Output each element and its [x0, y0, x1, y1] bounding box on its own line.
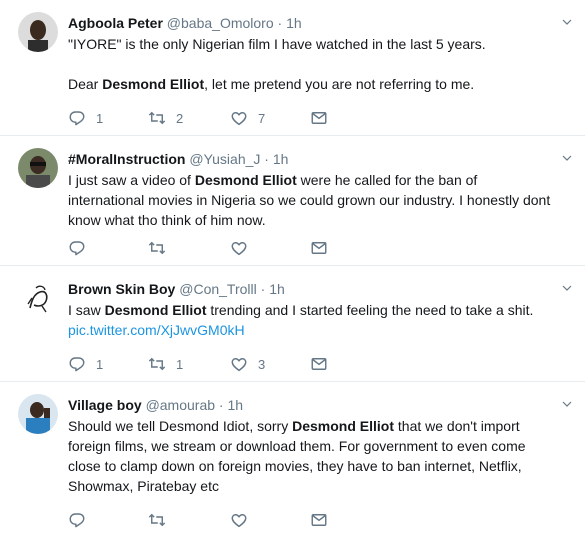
retweet-icon	[148, 355, 166, 373]
tweet-text: I just saw a video of Desmond Elliot wer…	[68, 170, 555, 230]
direct-message-button[interactable]	[310, 510, 328, 530]
retweet-count: 1	[176, 356, 184, 372]
highlighted-term: Desmond Elliot	[194, 172, 297, 188]
envelope-icon	[310, 109, 328, 127]
timestamp[interactable]: 1h	[273, 151, 289, 167]
like-button[interactable]: 7	[230, 108, 265, 128]
tweet-line: I just saw a video of Desmond Elliot wer…	[68, 170, 555, 230]
highlighted-term: Desmond Elliot	[104, 302, 207, 318]
heart-icon	[230, 355, 248, 373]
tweet-line: Should we tell Desmond Idiot, sorry Desm…	[68, 416, 555, 496]
highlighted-term: Desmond Elliot	[292, 418, 395, 434]
reply-icon	[68, 511, 86, 529]
retweet-icon	[148, 511, 166, 529]
avatar[interactable]	[18, 278, 58, 318]
retweet-icon	[148, 239, 166, 257]
tweet-actions	[68, 238, 368, 258]
reply-button[interactable]: 1	[68, 108, 103, 128]
user-handle[interactable]: @Con_Trolll	[179, 281, 257, 297]
like-button[interactable]	[230, 510, 258, 530]
tweet-text: I saw Desmond Elliot trending and I star…	[68, 300, 555, 340]
retweet-button[interactable]: 1	[148, 354, 183, 374]
avatar[interactable]	[18, 394, 58, 434]
timestamp[interactable]: 1h	[269, 281, 285, 297]
reply-button[interactable]: 1	[68, 354, 103, 374]
retweet-button[interactable]	[148, 510, 176, 530]
display-name[interactable]: Brown Skin Boy	[68, 281, 175, 297]
separator-dot: ·	[264, 151, 269, 167]
reply-count: 1	[96, 356, 104, 372]
retweet-button[interactable]: 2	[148, 108, 183, 128]
tweet-actions	[68, 510, 368, 530]
like-button[interactable]: 3	[230, 354, 265, 374]
avatar[interactable]	[18, 12, 58, 52]
chevron-down-icon[interactable]	[559, 280, 575, 296]
direct-message-button[interactable]	[310, 108, 328, 128]
text-part: I just saw a video of	[68, 172, 195, 188]
display-name[interactable]: Agboola Peter	[68, 15, 163, 31]
envelope-icon	[310, 239, 328, 257]
user-handle[interactable]: @baba_Omoloro	[167, 15, 274, 31]
chevron-down-icon[interactable]	[559, 150, 575, 166]
text-part: , let me pretend you are not referring t…	[204, 76, 475, 92]
text-part: Should we tell Desmond Idiot, sorry	[68, 418, 293, 434]
text-part: Dear	[68, 76, 103, 92]
tweet-actions: 1 1 3	[68, 354, 368, 374]
text-part: I saw	[68, 302, 105, 318]
display-name[interactable]: Village boy	[68, 397, 142, 413]
timestamp[interactable]: 1h	[286, 15, 302, 31]
reply-icon	[68, 109, 86, 127]
user-handle[interactable]: @Yusiah_J	[189, 151, 260, 167]
reply-icon	[68, 239, 86, 257]
retweet-icon	[148, 109, 166, 127]
tweet[interactable]: #MoralInstruction @Yusiah_J · 1h I just …	[0, 136, 585, 266]
reply-count: 1	[96, 110, 104, 126]
reply-button[interactable]	[68, 238, 96, 258]
reply-icon	[68, 355, 86, 373]
heart-icon	[230, 511, 248, 529]
like-count: 7	[258, 110, 266, 126]
tweet[interactable]: Brown Skin Boy @Con_Trolll · 1h I saw De…	[0, 266, 585, 382]
avatar[interactable]	[18, 148, 58, 188]
tweet-line: pic.twitter.com/XjJwvGM0kH	[68, 320, 555, 340]
user-handle[interactable]: @amourab	[146, 397, 215, 413]
separator-dot: ·	[277, 15, 283, 31]
separator-dot: ·	[218, 397, 224, 413]
tweet-feed: Agboola Peter @baba_Omoloro · 1h "IYORE"…	[0, 0, 585, 540]
tweet[interactable]: Village boy @amourab · 1h Should we tell…	[0, 382, 585, 540]
separator-dot: ·	[260, 281, 266, 297]
highlighted-term: Desmond Elliot	[102, 76, 205, 92]
display-name[interactable]: #MoralInstruction	[68, 151, 185, 167]
tweet-line: "IYORE" is the only Nigerian film I have…	[68, 36, 486, 52]
media-link[interactable]: pic.twitter.com/XjJwvGM0kH	[68, 322, 245, 338]
envelope-icon	[310, 511, 328, 529]
retweet-count: 2	[176, 110, 184, 126]
direct-message-button[interactable]	[310, 238, 328, 258]
envelope-icon	[310, 355, 328, 373]
tweet-actions: 1 2 7	[68, 108, 368, 128]
chevron-down-icon[interactable]	[559, 14, 575, 30]
tweet-text: Should we tell Desmond Idiot, sorry Desm…	[68, 416, 555, 496]
tweet-line: Dear Desmond Elliot, let me pretend you …	[68, 74, 555, 94]
direct-message-button[interactable]	[310, 354, 328, 374]
like-button[interactable]	[230, 238, 258, 258]
text-part: trending and I started feeling the need …	[206, 302, 534, 318]
tweet-text: "IYORE" is the only Nigerian film I have…	[68, 34, 555, 94]
chevron-down-icon[interactable]	[559, 396, 575, 412]
heart-icon	[230, 239, 248, 257]
heart-icon	[230, 109, 248, 127]
retweet-button[interactable]	[148, 238, 176, 258]
tweet[interactable]: Agboola Peter @baba_Omoloro · 1h "IYORE"…	[0, 0, 585, 136]
tweet-line: I saw Desmond Elliot trending and I star…	[68, 300, 555, 320]
reply-button[interactable]	[68, 510, 96, 530]
like-count: 3	[258, 356, 266, 372]
timestamp[interactable]: 1h	[227, 397, 243, 413]
